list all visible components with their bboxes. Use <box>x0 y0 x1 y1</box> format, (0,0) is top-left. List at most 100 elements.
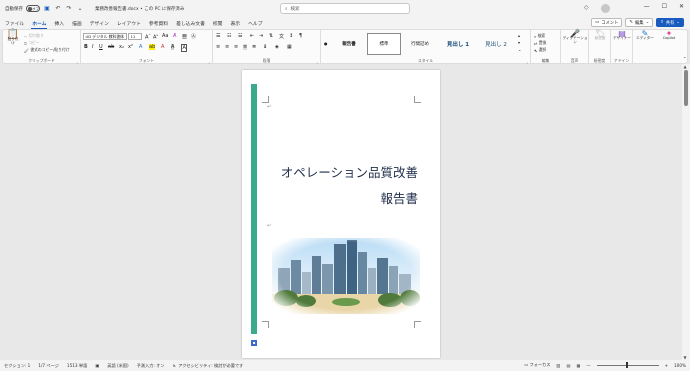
city-photo[interactable] <box>272 238 420 314</box>
document-title-line2[interactable]: 報告書 <box>380 188 418 207</box>
zoom-in-icon[interactable]: + <box>665 363 669 368</box>
italic-icon[interactable]: I <box>92 44 93 50</box>
subscript-icon[interactable]: x₂ <box>119 44 124 50</box>
editor-button[interactable]: ✎ エディター <box>634 29 656 40</box>
line-spacing-icon[interactable]: ↨ <box>263 44 267 50</box>
layout-options-icon[interactable]: ▪ <box>251 340 257 346</box>
tab-help[interactable]: ヘルプ <box>247 20 263 29</box>
ribbon-collapse-icon[interactable]: ⌃ <box>683 56 686 61</box>
style-item-report[interactable]: 報告書 <box>331 33 367 55</box>
shrink-font-icon[interactable]: Av <box>153 33 158 41</box>
tab-references[interactable]: 参考資料 <box>148 20 169 29</box>
tab-layout[interactable]: レイアウト <box>116 20 142 29</box>
shading-icon[interactable]: ◈ <box>275 44 279 50</box>
proofing-icon[interactable]: ▣ <box>95 363 99 368</box>
status-words[interactable]: 1513 単語 <box>67 363 87 369</box>
focus-button[interactable]: ▭ フォーカス <box>524 362 550 368</box>
clipboard-launcher-icon[interactable]: ⌟ <box>76 60 78 64</box>
clear-formatting-icon[interactable]: A̸ <box>173 33 176 39</box>
text-direction-icon[interactable]: ⇅ <box>269 33 273 39</box>
find-button[interactable]: ⌕ 検索 <box>534 33 545 39</box>
autosave-toggle[interactable]: オフ <box>26 5 40 12</box>
grow-font-icon[interactable]: A^ <box>145 33 151 41</box>
styles-scroll-up-icon[interactable]: ▴ <box>518 33 520 38</box>
paragraph-launcher-icon[interactable]: ⌟ <box>316 60 318 64</box>
style-item-heading1[interactable]: 見出し 1 <box>439 33 477 55</box>
tab-home[interactable]: ホーム <box>31 20 48 29</box>
read-mode-icon[interactable]: ▥ <box>556 363 560 368</box>
zoom-out-icon[interactable]: — <box>586 363 590 368</box>
style-item-normal[interactable]: 標準 <box>367 33 401 55</box>
document-title[interactable]: 業務改善報告書.docx • この PC に保存済み <box>95 6 184 12</box>
font-launcher-icon[interactable]: ⌟ <box>208 60 210 64</box>
multilevel-list-icon[interactable]: ☱ <box>238 33 242 39</box>
maximize-icon[interactable]: ☐ <box>662 3 667 10</box>
font-size-select[interactable]: 11 <box>128 33 142 40</box>
designer-button[interactable]: ▤ デザイナー <box>612 29 632 40</box>
underline-icon[interactable]: U <box>99 44 103 50</box>
font-name-select[interactable]: UD デジタル 教科書体 <box>83 33 127 40</box>
tab-mailings[interactable]: 差し込み文書 <box>175 20 206 29</box>
save-icon[interactable]: ▣ <box>43 5 51 13</box>
close-icon[interactable]: ✕ <box>679 3 684 10</box>
sensitivity-button[interactable]: 🏷 秘密度 <box>590 29 610 40</box>
font-color-icon[interactable]: A <box>161 44 164 50</box>
scroll-up-icon[interactable]: ▲ <box>684 64 687 69</box>
bullets-icon[interactable]: ☰ <box>216 33 220 39</box>
format-painter-button[interactable]: 🖌 書式のコピー/貼り付け <box>24 47 70 53</box>
numbering-icon[interactable]: ☷ <box>227 33 231 39</box>
document-canvas[interactable]: ▪ ↵ オペレーション品質改善 報告書 ↵ <box>0 64 682 360</box>
minimize-icon[interactable]: — <box>644 3 650 10</box>
sort-icon[interactable]: ↕ <box>289 33 293 39</box>
zoom-level[interactable]: 100% <box>674 363 686 368</box>
web-layout-icon[interactable]: ▦ <box>576 363 580 368</box>
comments-button[interactable]: ▭ コメント <box>591 18 623 27</box>
align-left-icon[interactable]: ≡ <box>216 44 220 50</box>
status-language[interactable]: 英語 (米国) <box>107 363 128 369</box>
undo-icon[interactable]: ↶ <box>54 5 62 13</box>
justify-icon[interactable]: ≡ <box>243 44 248 50</box>
asian-layout-icon[interactable]: 文 <box>279 33 284 40</box>
cut-button[interactable]: ✂ 切り取り <box>24 33 44 39</box>
show-marks-icon[interactable]: ¶ <box>299 33 302 39</box>
tab-design[interactable]: デザイン <box>89 20 110 29</box>
text-effects-icon[interactable]: A <box>139 44 142 50</box>
copilot-button[interactable]: ✦ Copilot <box>657 29 681 40</box>
distributed-icon[interactable]: ≣ <box>252 44 256 50</box>
status-predict[interactable]: 予測入力: オン <box>137 363 165 369</box>
styles-more-icon[interactable]: ⌄ <box>518 47 521 52</box>
redo-icon[interactable]: ↷ <box>65 5 73 13</box>
align-center-icon[interactable]: ≡ <box>225 44 229 50</box>
strikethrough-icon[interactable]: ab <box>108 44 114 50</box>
dictate-button[interactable]: 🎤 ディクテーション <box>562 29 588 45</box>
bold-icon[interactable]: B <box>84 44 88 50</box>
change-case-icon[interactable]: Aa <box>162 33 168 39</box>
status-accessibility[interactable]: ♿ アクセシビリティ: 検討が必要です <box>173 363 244 369</box>
search-input[interactable]: ⌕ 検索 <box>280 3 410 14</box>
document-page[interactable]: ▪ ↵ オペレーション品質改善 報告書 ↵ <box>242 70 440 358</box>
tab-insert[interactable]: 挿入 <box>53 20 65 29</box>
editing-mode-button[interactable]: ✎ 編集 ⌄ <box>625 18 654 27</box>
document-title-line1[interactable]: オペレーション品質改善 <box>281 162 418 181</box>
copy-button[interactable]: ⧉ コピー <box>24 40 40 46</box>
increase-indent-icon[interactable]: ⇥ <box>259 33 263 39</box>
share-button[interactable]: ⇪ 共有 ⌄ <box>656 18 684 27</box>
tab-draw[interactable]: 描画 <box>71 20 83 29</box>
style-item-no-spacing[interactable]: 行間詰め <box>403 33 437 55</box>
enclose-char-icon[interactable]: Ⓐ <box>191 33 196 40</box>
print-layout-icon[interactable]: ▤ <box>566 363 570 368</box>
status-section[interactable]: セクション: 1 <box>4 363 30 369</box>
status-page[interactable]: 1/7 ページ <box>38 363 59 369</box>
character-border-icon[interactable]: A <box>181 44 188 52</box>
replace-button[interactable]: ⇄ 置換 <box>534 40 546 46</box>
superscript-icon[interactable]: x² <box>128 44 133 50</box>
styles-scroll-down-icon[interactable]: ▾ <box>518 40 520 45</box>
styles-launcher-icon[interactable]: ⌟ <box>526 60 528 64</box>
borders-icon[interactable]: ▦ <box>287 44 292 50</box>
select-button[interactable]: ⬉ 選択 <box>534 47 546 53</box>
tab-view[interactable]: 表示 <box>229 20 241 29</box>
scroll-thumb[interactable] <box>684 70 688 106</box>
vertical-scrollbar[interactable]: ▲ ▼ <box>682 64 690 360</box>
align-right-icon[interactable]: ≡ <box>234 44 238 50</box>
tab-file[interactable]: ファイル <box>4 20 25 29</box>
